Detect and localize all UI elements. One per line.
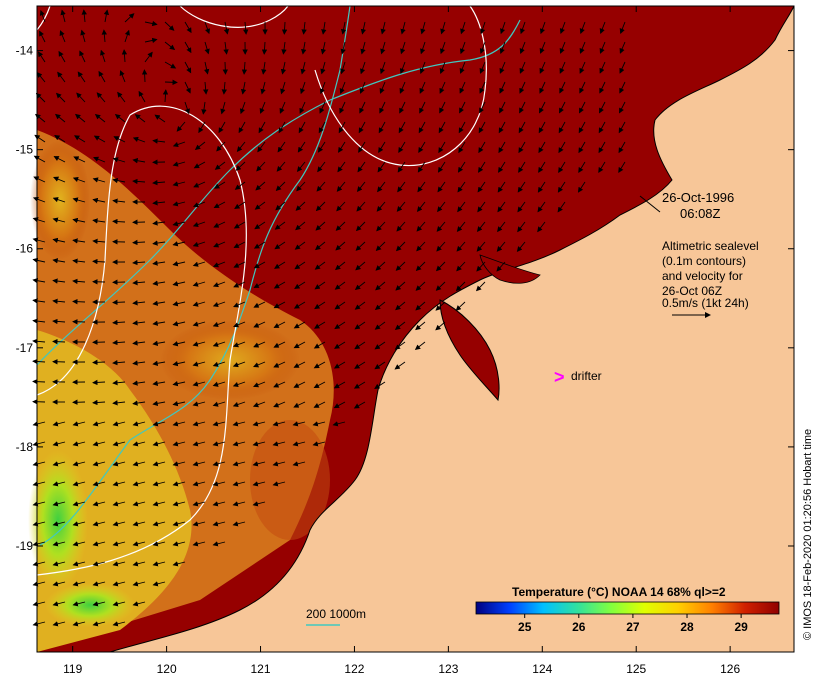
lat-tick-label: -14	[16, 44, 34, 58]
lat-tick-label: -16	[16, 242, 34, 256]
lon-tick-label: 122	[344, 662, 364, 676]
velocity-arrow	[112, 299, 126, 306]
colorbar: Temperature (°C) NOAA 14 68% ql>=2 25 26 2…	[472, 585, 788, 638]
annotation-date: 26-Oct-1996	[662, 190, 734, 205]
velocity-arrow	[52, 338, 66, 345]
velocity-arrow	[164, 79, 178, 86]
colorbar-tick-label: 29	[734, 620, 748, 634]
velocity-arrow	[92, 359, 106, 366]
velocity-arrow	[32, 378, 46, 385]
lon-tick-label: 121	[251, 662, 271, 676]
drifter-label: drifter	[571, 369, 602, 383]
lat-tick-label: -17	[16, 341, 34, 355]
colorbar-tick-label: 25	[518, 620, 532, 634]
colorbar-tick-label: 26	[572, 620, 586, 634]
colorbar-tick-label: 28	[680, 620, 694, 634]
lon-tick-label: 125	[626, 662, 646, 676]
velocity-arrow	[72, 298, 86, 305]
velocity-arrow	[141, 69, 148, 83]
colorbar-title: Temperature (°C) NOAA 14 68% ql>=2	[512, 585, 726, 599]
altimetry-line-5: 0.5m/s (1kt 24h)	[662, 296, 749, 310]
lon-tick-label: 119	[63, 662, 82, 676]
lon-tick-label: 123	[438, 662, 458, 676]
credit-text: © IMOS 18-Feb-2020 01:20:56 Hobart time	[802, 429, 814, 640]
lat-tick-label: -19	[16, 539, 34, 553]
annotation-time: 06:08Z	[680, 206, 721, 221]
sst-green-patch-south	[45, 583, 135, 627]
velocity-arrow	[222, 61, 229, 75]
colorbar-gradient	[475, 601, 780, 615]
sst-map-figure: -14 -15 -16 -17 -18 -19 119 120 121 122 123 124 125…	[16, 5, 814, 676]
drifter-symbol: >	[554, 367, 565, 387]
lon-tick-label: 124	[532, 662, 552, 676]
lat-tick-label: -18	[16, 440, 34, 454]
colorbar-tick-label: 27	[626, 620, 640, 634]
lon-tick-label: 120	[157, 662, 177, 676]
lon-tick-label: 126	[720, 662, 740, 676]
lat-tick-label: -15	[16, 143, 34, 157]
altimetry-line-1: Altimetric sealevel	[662, 239, 759, 253]
altimetry-line-3: and velocity for	[662, 269, 743, 283]
altimetry-line-2: (0.1m contours)	[662, 254, 746, 268]
map-panel	[28, 5, 795, 653]
isobath-legend-label: 200 1000m	[306, 607, 366, 621]
